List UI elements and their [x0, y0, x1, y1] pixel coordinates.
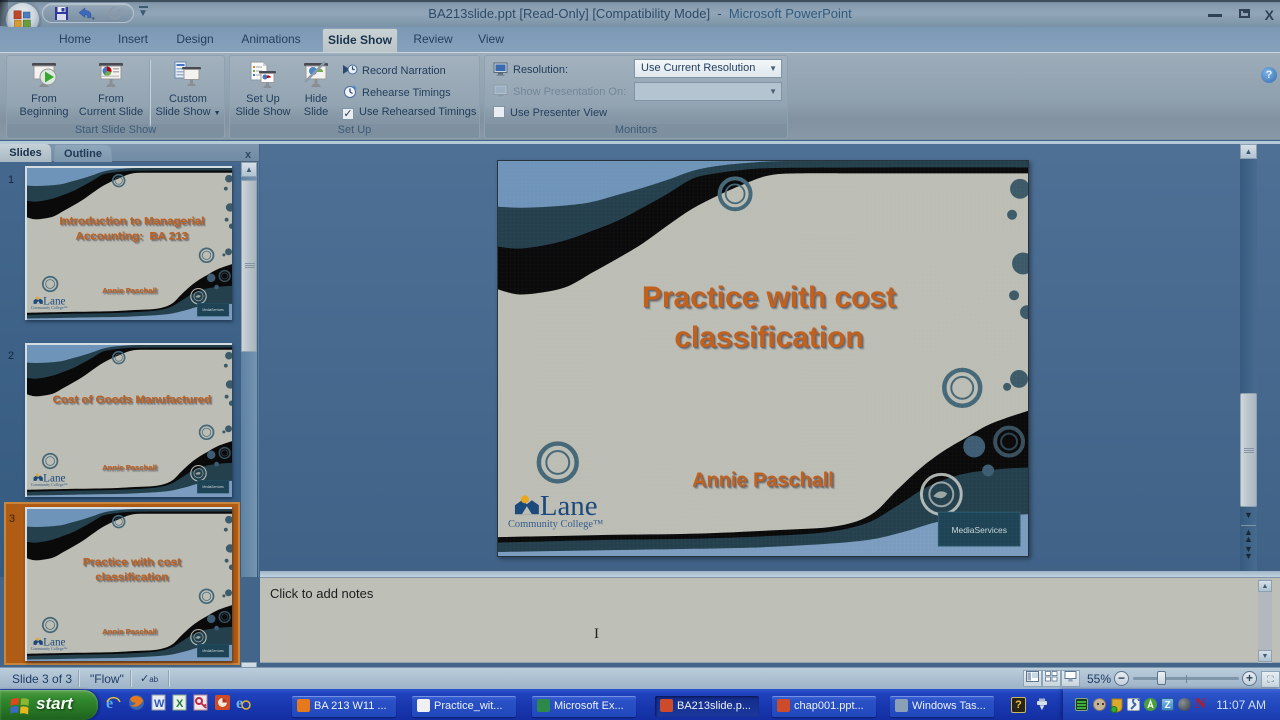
svg-text:Accounting: BA 213: Accounting: BA 213	[76, 231, 189, 243]
svg-text:Community College™: Community College™	[31, 646, 68, 651]
svg-text:Community College™: Community College™	[508, 519, 603, 530]
svg-text:Practice with cost: Practice with cost	[83, 556, 181, 568]
svg-text:MediaServices: MediaServices	[202, 485, 224, 489]
svg-text:X: X	[176, 698, 184, 710]
svg-text:Annie Paschall: Annie Paschall	[692, 469, 834, 491]
svg-text:classification: classification	[95, 572, 168, 584]
svg-text:Lane: Lane	[540, 490, 598, 522]
svg-text:W: W	[154, 698, 165, 710]
svg-text:Community College™: Community College™	[31, 305, 68, 310]
svg-text:Practice with cost: Practice with cost	[642, 281, 896, 314]
svg-text:Annie Paschall: Annie Paschall	[102, 627, 157, 636]
svg-text:Annie Paschall: Annie Paschall	[102, 463, 157, 472]
svg-text:Community College™: Community College™	[31, 482, 68, 487]
svg-text:Annie Paschall: Annie Paschall	[102, 286, 157, 295]
svg-text:MediaServices: MediaServices	[202, 649, 224, 653]
svg-text:classification: classification	[674, 321, 863, 354]
svg-text:Cost of Goods Manufactured: Cost of Goods Manufactured	[53, 394, 212, 406]
svg-text:MediaServices: MediaServices	[202, 308, 224, 312]
svg-text:Introduction to Managerial: Introduction to Managerial	[59, 215, 204, 227]
